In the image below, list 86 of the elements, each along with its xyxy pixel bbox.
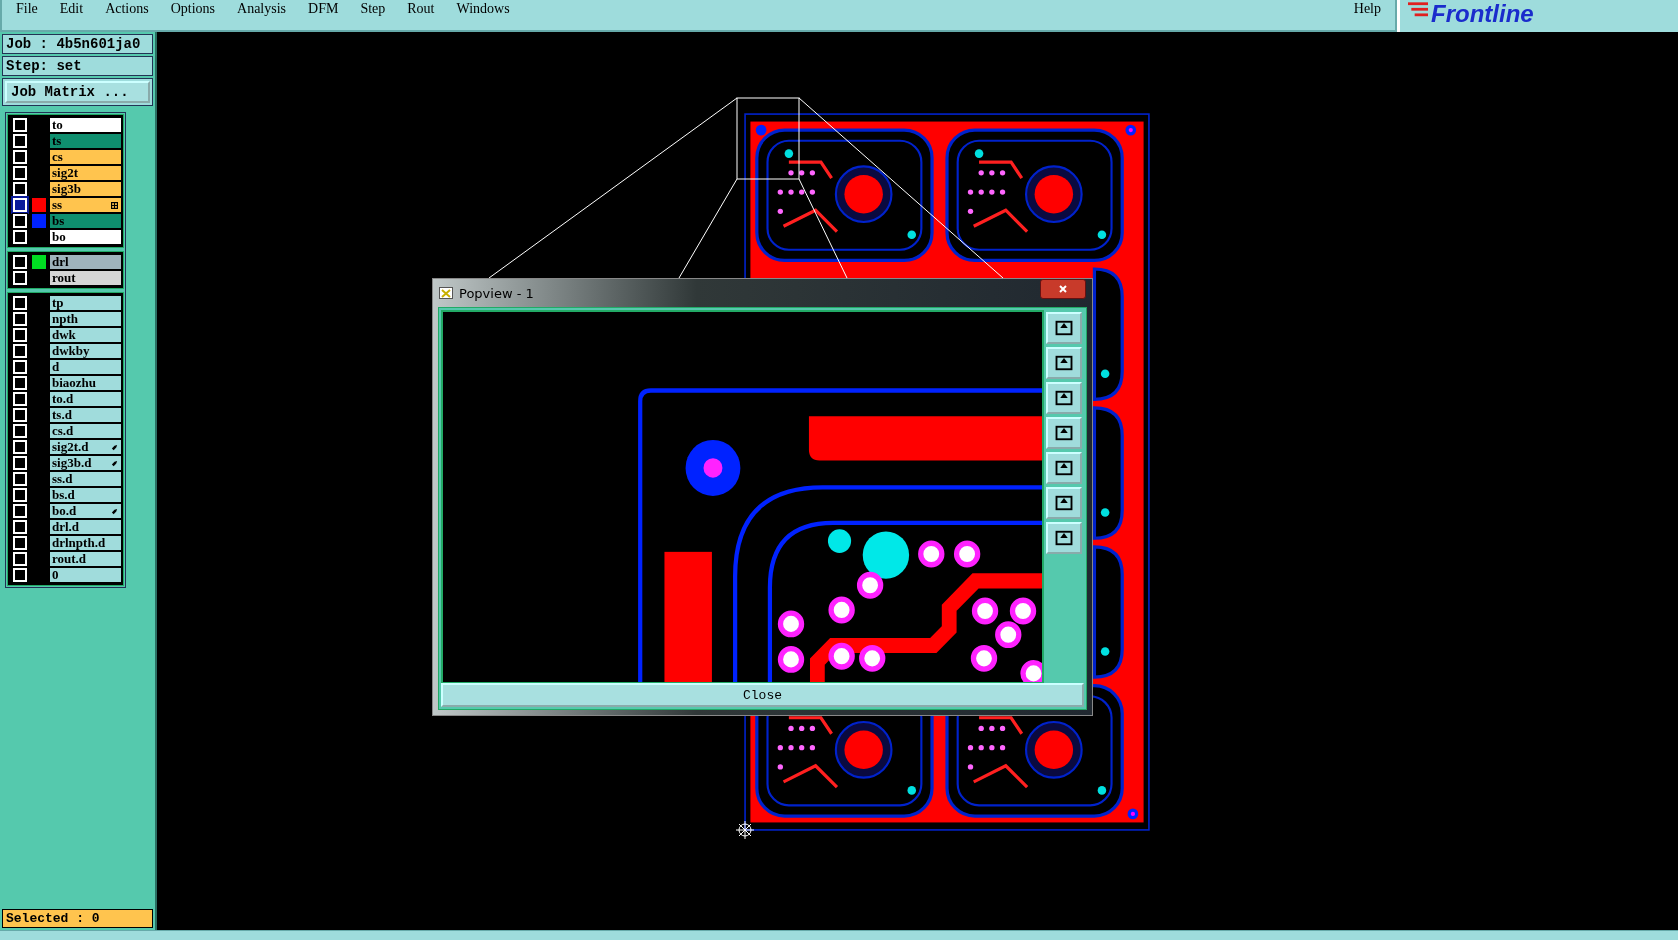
layer-name[interactable]: drl xyxy=(50,255,121,269)
layer-name[interactable]: bo xyxy=(50,230,121,244)
step-label: Step: set xyxy=(2,56,153,76)
layer-checkbox[interactable] xyxy=(13,360,27,374)
layer-checkbox[interactable] xyxy=(13,150,27,164)
layer-checkbox[interactable] xyxy=(13,118,27,132)
layer-checkbox[interactable] xyxy=(13,456,27,470)
layer-checkbox[interactable] xyxy=(13,552,27,566)
menu-item[interactable]: Options xyxy=(170,1,216,17)
layer-checkbox[interactable] xyxy=(13,536,27,550)
job-label: Job : 4b5n601ja0 xyxy=(2,34,153,54)
logo-text: Frontline xyxy=(1431,0,1534,28)
menu-item[interactable]: Help xyxy=(1353,1,1381,17)
menu-item[interactable]: Rout xyxy=(407,1,435,17)
view-tool-button[interactable] xyxy=(1046,487,1082,519)
view-tool-button[interactable] xyxy=(1046,312,1082,344)
menu-item[interactable]: DFM xyxy=(308,1,339,17)
origin-marker-icon xyxy=(735,820,755,840)
layer-name[interactable]: sig2t xyxy=(50,166,121,180)
menu-item[interactable]: Actions xyxy=(105,1,149,17)
layer-name[interactable]: ss.d xyxy=(50,472,121,486)
menu-item[interactable]: Step xyxy=(360,1,386,17)
job-matrix-button[interactable]: Job Matrix ... xyxy=(5,81,150,103)
menu-item[interactable]: Analysis xyxy=(237,1,287,17)
layer-checkbox[interactable] xyxy=(13,182,27,196)
close-button[interactable]: Close xyxy=(441,683,1084,707)
menu-item[interactable]: File xyxy=(16,1,38,17)
layer-name[interactable]: dwkby xyxy=(50,344,121,358)
layer-checkbox[interactable] xyxy=(13,214,27,228)
layer-checkbox[interactable] xyxy=(13,520,27,534)
layer-name[interactable]: rout xyxy=(50,271,121,285)
view-tool-button[interactable] xyxy=(1046,347,1082,379)
layer-name[interactable]: sig2t.d xyxy=(50,440,121,454)
layer-name[interactable]: sig3b.d xyxy=(50,456,121,470)
layer-checkbox[interactable] xyxy=(13,424,27,438)
layer-checkbox[interactable] xyxy=(13,230,27,244)
view-tool-button[interactable] xyxy=(1046,522,1082,554)
menu-item[interactable]: Windows xyxy=(456,1,510,17)
layer-name[interactable]: bo.d xyxy=(50,504,121,518)
stripes-icon xyxy=(1408,1,1428,17)
layer-name[interactable]: ts.d xyxy=(50,408,121,422)
layer-name[interactable]: 0 xyxy=(50,568,121,582)
view-tool-button[interactable] xyxy=(1046,452,1082,484)
layer-checkbox[interactable] xyxy=(13,504,27,518)
layer-checkbox[interactable] xyxy=(13,255,27,269)
layer-checkbox[interactable] xyxy=(13,440,27,454)
close-icon[interactable] xyxy=(1040,279,1086,299)
layer-checkbox[interactable] xyxy=(13,271,27,285)
layer-checkbox[interactable] xyxy=(13,344,27,358)
layer-name[interactable]: to.d xyxy=(50,392,121,406)
layer-checkbox[interactable] xyxy=(13,376,27,390)
selected-count: Selected : 0 xyxy=(2,909,153,928)
layer-name[interactable]: to xyxy=(50,118,121,132)
layer-name[interactable]: cs xyxy=(50,150,121,164)
layer-checkbox[interactable] xyxy=(13,408,27,422)
layer-name[interactable]: cs.d xyxy=(50,424,121,438)
layer-name[interactable]: npth xyxy=(50,312,121,326)
layer-name[interactable]: bs xyxy=(50,214,121,228)
grid-icon xyxy=(111,201,118,209)
layer-name[interactable]: drl.d xyxy=(50,520,121,534)
layer-checkbox[interactable] xyxy=(13,328,27,342)
view-tool-button[interactable] xyxy=(1046,417,1082,449)
layer-name[interactable]: ss xyxy=(50,198,121,212)
window-title: Popview - 1 xyxy=(459,285,534,301)
layer-checkbox[interactable] xyxy=(13,312,27,326)
layer-name[interactable]: rout.d xyxy=(50,552,121,566)
window-icon xyxy=(439,287,453,299)
layer-name[interactable]: d xyxy=(50,360,121,374)
pointer-icon xyxy=(111,507,118,515)
layer-name[interactable]: drlnpth.d xyxy=(50,536,121,550)
menu-item[interactable]: Edit xyxy=(59,1,84,17)
layer-checkbox[interactable] xyxy=(13,472,27,486)
layer-checkbox[interactable] xyxy=(13,392,27,406)
layer-name[interactable]: ts xyxy=(50,134,121,148)
layer-name[interactable]: biaozhu xyxy=(50,376,121,390)
layer-name[interactable]: dwk xyxy=(50,328,121,342)
layer-name[interactable]: tp xyxy=(50,296,121,310)
layer-checkbox[interactable] xyxy=(13,488,27,502)
layer-checkbox[interactable] xyxy=(13,166,27,180)
layer-checkbox[interactable] xyxy=(13,568,27,582)
layer-checkbox[interactable] xyxy=(13,198,27,212)
view-tool-button[interactable] xyxy=(1046,382,1082,414)
layer-name[interactable]: bs.d xyxy=(50,488,121,502)
layer-checkbox[interactable] xyxy=(13,296,27,310)
layer-name[interactable]: sig3b xyxy=(50,182,121,196)
layer-checkbox[interactable] xyxy=(13,134,27,148)
